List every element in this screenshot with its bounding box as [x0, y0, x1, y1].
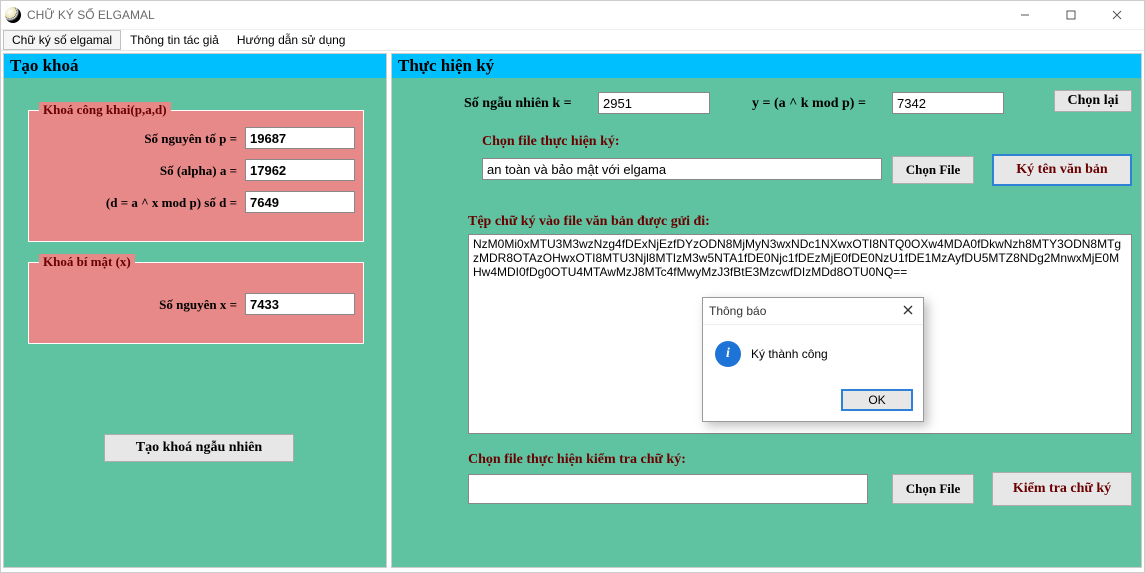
- choose-file-sign-button[interactable]: Chọn File: [892, 156, 974, 184]
- label-signature-output: Tệp chữ ký vào file văn bản được gửi đi:: [468, 214, 710, 230]
- app-window: CHỮ KÝ SỐ ELGAMAL Chữ ký số elgamal Thôn…: [0, 0, 1145, 573]
- reroll-button[interactable]: Chọn lại: [1054, 90, 1132, 112]
- input-file-verify[interactable]: [468, 474, 868, 504]
- group-private-key: Khoá bí mật (x) Số nguyên x =: [28, 262, 364, 344]
- input-a[interactable]: [245, 159, 355, 181]
- close-button[interactable]: [1094, 1, 1140, 29]
- label-file-sign: Chọn file thực hiện ký:: [482, 134, 620, 150]
- dialog-message: Ký thành công: [751, 347, 828, 361]
- menu-tab-elgamal[interactable]: Chữ ký số elgamal: [3, 30, 121, 50]
- menu-tab-help[interactable]: Hướng dẫn sử dụng: [228, 30, 355, 50]
- app-icon: [5, 7, 21, 23]
- input-x[interactable]: [245, 293, 355, 315]
- label-x: Số nguyên x =: [29, 297, 237, 313]
- dialog-close-button[interactable]: [899, 304, 917, 318]
- panel-sign: Thực hiện ký Số ngẫu nhiên k = y = (a ^ …: [391, 53, 1142, 568]
- dialog-title: Thông báo: [709, 304, 766, 318]
- maximize-button[interactable]: [1048, 1, 1094, 29]
- group-public-key-title: Khoá công khai(p,a,d): [39, 102, 171, 118]
- choose-file-verify-button[interactable]: Chọn File: [892, 474, 974, 504]
- menubar: Chữ ký số elgamal Thông tin tác giả Hướn…: [1, 30, 1144, 51]
- info-icon: i: [715, 341, 741, 367]
- group-private-key-title: Khoá bí mật (x): [39, 254, 135, 270]
- verify-button[interactable]: Kiểm tra chữ ký: [992, 472, 1132, 506]
- window-title: CHỮ KÝ SỐ ELGAMAL: [27, 8, 155, 22]
- input-y[interactable]: [892, 92, 1004, 114]
- label-p: Số nguyên tố p =: [29, 131, 237, 147]
- label-y: y = (a ^ k mod p) =: [752, 96, 866, 112]
- label-d: (d = a ^ x mod p) số d =: [29, 195, 237, 211]
- dialog-ok-button[interactable]: OK: [841, 389, 913, 411]
- panel-keygen: Tạo khoá Khoá công khai(p,a,d) Số nguyên…: [3, 53, 387, 568]
- group-public-key: Khoá công khai(p,a,d) Số nguyên tố p = S…: [28, 110, 364, 242]
- generate-key-button[interactable]: Tạo khoá ngẫu nhiên: [104, 434, 294, 462]
- input-k[interactable]: [598, 92, 710, 114]
- minimize-button[interactable]: [1002, 1, 1048, 29]
- sign-button[interactable]: Ký tên văn bản: [992, 154, 1132, 186]
- input-file-sign[interactable]: [482, 158, 882, 180]
- panel-keygen-header: Tạo khoá: [4, 54, 386, 78]
- label-a: Số (alpha) a =: [29, 163, 237, 179]
- panel-sign-header: Thực hiện ký: [392, 54, 1141, 78]
- info-dialog: Thông báo i Ký thành công OK: [702, 297, 924, 422]
- label-file-verify: Chọn file thực hiện kiểm tra chữ ký:: [468, 452, 686, 468]
- label-k: Số ngẫu nhiên k =: [464, 96, 572, 112]
- input-p[interactable]: [245, 127, 355, 149]
- menu-tab-author[interactable]: Thông tin tác giả: [121, 30, 228, 50]
- titlebar: CHỮ KÝ SỐ ELGAMAL: [1, 1, 1144, 30]
- content-area: Tạo khoá Khoá công khai(p,a,d) Số nguyên…: [1, 51, 1144, 570]
- input-d[interactable]: [245, 191, 355, 213]
